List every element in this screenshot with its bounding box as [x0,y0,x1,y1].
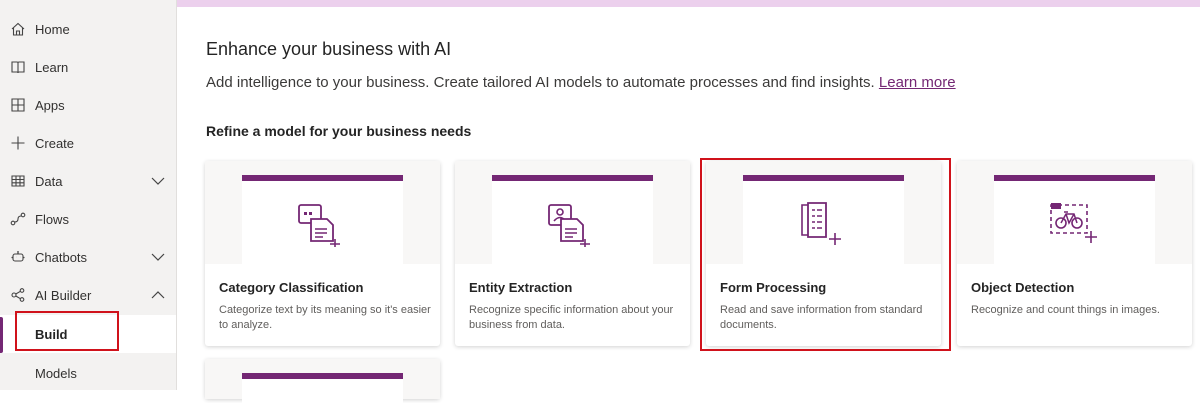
plus-icon [11,136,25,150]
card-title: Object Detection [971,280,1075,295]
nav-item-apps[interactable]: Apps [0,86,176,124]
page-title: Enhance your business with AI [206,39,452,59]
section-title: Refine a model for your business needs [206,123,472,139]
nav-item-label: AI Builder [35,287,92,303]
nav-item-label: Learn [35,59,69,75]
table-icon [11,175,25,187]
nav-item-home[interactable]: Home [0,10,176,48]
nav-item-label: Apps [35,97,65,113]
nav-item-label: Create [35,135,75,151]
home-icon [11,22,25,36]
selected-indicator [0,317,3,353]
card-description: Categorize text by its meaning so it's e… [219,304,431,331]
entity-extraction-icon [548,204,590,247]
nav-item-create[interactable]: Create [0,124,176,162]
annotation-highlight-build [15,311,119,351]
apps-icon [11,98,25,112]
nav-item-label: Data [35,173,63,189]
learn-more-link[interactable]: Learn more [879,74,956,91]
nav-item-label: Chatbots [35,249,88,265]
left-navigation: Home Learn Apps Create Data Flows Chatbo… [0,0,177,390]
category-classification-icon [298,204,340,247]
object-detection-icon [1050,203,1097,243]
card-category-classification[interactable]: Category Classification Categorize text … [205,161,440,346]
card-partial[interactable] [205,359,440,403]
subtitle-text: Add intelligence to your business. Creat… [206,74,875,91]
nav-item-chatbots[interactable]: Chatbots [0,238,176,276]
top-accent-bar [177,0,1200,7]
card-description: Recognize specific information about you… [469,304,674,331]
card-description: Recognize and count things in images. [971,304,1160,316]
card-object-detection[interactable]: Object Detection Recognize and count thi… [957,161,1192,346]
card-title: Category Classification [219,280,364,295]
card-illustration [994,175,1155,264]
nav-item-label: Models [35,365,77,381]
nav-item-learn[interactable]: Learn [0,48,176,86]
nav-item-label: Home [35,21,70,37]
card-title: Entity Extraction [469,280,573,295]
nav-item-ai-builder[interactable]: AI Builder [0,276,176,314]
chevron-down-icon[interactable] [151,176,165,186]
nav-item-label: Flows [35,211,69,227]
annotation-highlight-form-processing [700,158,951,351]
chevron-down-icon[interactable] [151,252,165,262]
flow-icon [10,212,26,226]
card-illustration [492,175,653,264]
ai-builder-icon [11,288,25,302]
card-entity-extraction[interactable]: Entity Extraction Recognize specific inf… [455,161,690,346]
nav-item-flows[interactable]: Flows [0,200,176,238]
book-icon [11,61,25,74]
page-subtitle: Add intelligence to your business. Creat… [206,74,956,91]
bot-icon [11,251,25,262]
chevron-up-icon[interactable] [151,290,165,300]
nav-item-models[interactable]: Models [0,354,176,392]
nav-item-data[interactable]: Data [0,162,176,200]
card-illustration [242,175,403,264]
card-illustration [242,373,403,403]
